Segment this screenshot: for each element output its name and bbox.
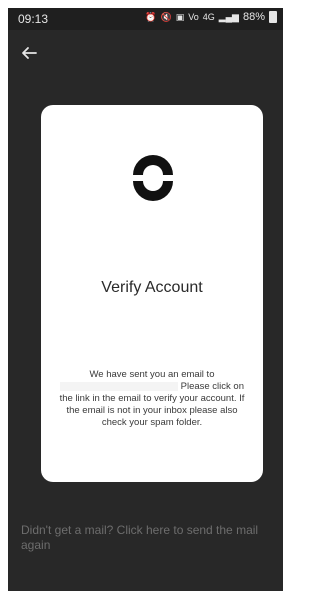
- resend-email-link[interactable]: Didn't get a mail? Click here to send th…: [21, 523, 273, 553]
- battery-icon: [269, 11, 277, 23]
- signal-icon: ▂▄▆: [218, 12, 239, 22]
- redacted-email: [59, 381, 178, 391]
- alarm-icon: ⏰: [145, 12, 157, 22]
- page-title: Verify Account: [101, 279, 203, 296]
- photo-icon: ▣: [175, 12, 185, 22]
- 4g-icon: 4G: [202, 12, 215, 22]
- screen: 09:13 ⏰ 🔇 ▣ Vo 4G ▂▄▆ 88% Verify Account…: [8, 8, 283, 591]
- volte-icon: Vo: [188, 12, 199, 22]
- verify-card: Verify Account We have sent you an email…: [41, 105, 263, 482]
- arrow-left-icon[interactable]: [20, 44, 38, 62]
- status-indicators: ⏰ 🔇 ▣ Vo 4G ▂▄▆ 88%: [145, 11, 277, 23]
- status-time: 09:13: [18, 12, 49, 26]
- status-bar: 09:13 ⏰ 🔇 ▣ Vo 4G ▂▄▆ 88%: [8, 8, 283, 30]
- mute-icon: 🔇: [160, 12, 172, 22]
- verification-message: We have sent you an email to Please clic…: [55, 369, 249, 429]
- app-logo-icon: [133, 155, 173, 201]
- battery-percent: 88%: [242, 11, 265, 23]
- message-line: We have sent you an email to: [89, 369, 215, 380]
